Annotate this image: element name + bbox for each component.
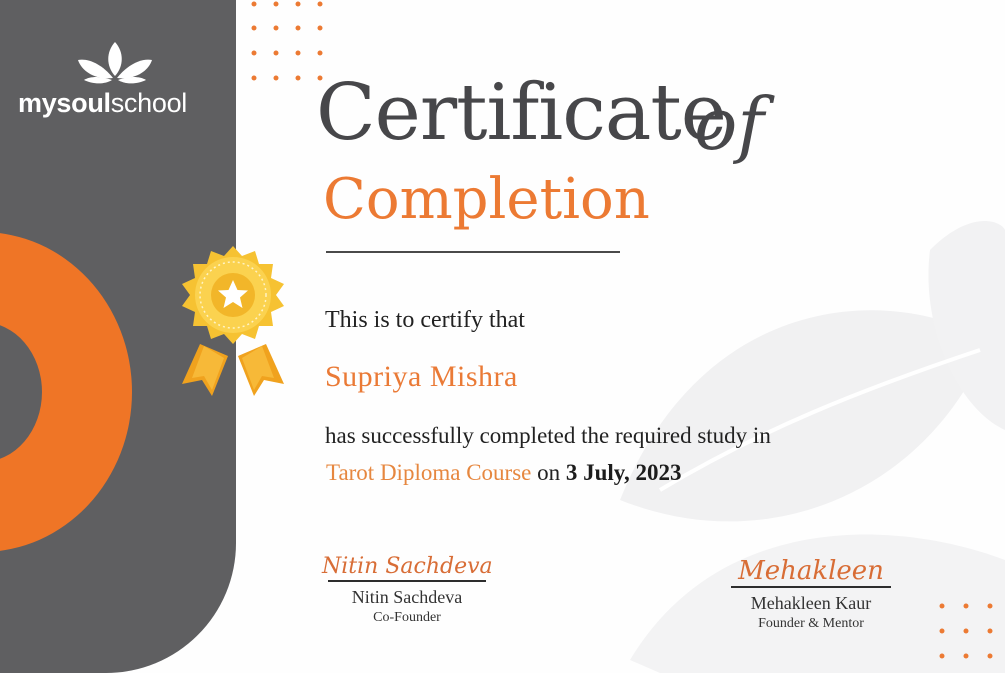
title-divider: [326, 251, 620, 253]
on-text: on: [537, 460, 561, 485]
signature-line: [328, 580, 486, 582]
brand-name-light: school: [110, 88, 188, 118]
brand-name-bold: mysoul: [18, 88, 111, 118]
signatory-name: Mehakleen Kaur: [750, 593, 872, 613]
certificate-title: Certificate: [316, 68, 727, 158]
course-name: Tarot Diploma Course: [326, 460, 532, 485]
certificate-title-of: of: [694, 82, 764, 166]
brand-name: mysoulschool: [18, 88, 187, 119]
completion-date: 3 July, 2023: [565, 460, 682, 485]
signature-script: Nitin Sachdeva: [322, 554, 493, 579]
signature-block-founder: Mehakleen Mehakleen Kaur Founder & Mento…: [726, 558, 896, 633]
lotus-icon: [78, 42, 152, 84]
signatory-name: Nitin Sachdeva: [351, 587, 463, 607]
course-line: Tarot Diploma Course on 3 July, 2023: [326, 461, 682, 484]
certificate: mysoulschool Certificate of Completion T…: [0, 0, 1005, 673]
star-ribbon-badge-icon: [182, 246, 284, 396]
signature-block-cofounder: Nitin Sachdeva Nitin Sachdeva Co-Founder: [322, 554, 493, 627]
signatory-role: Co-Founder: [373, 609, 441, 625]
completion-statement: has successfully completed the required …: [325, 423, 771, 448]
signature-script: Mehakleen: [738, 556, 884, 586]
certify-intro: This is to certify that: [325, 307, 525, 333]
signature-line: [731, 586, 891, 588]
certificate-subtitle: Completion: [323, 167, 650, 232]
dot-grid-bottom-decoration: [939, 603, 993, 659]
recipient-name: Supriya Mishra: [325, 360, 518, 393]
signatory-role: Founder & Mentor: [758, 615, 864, 631]
